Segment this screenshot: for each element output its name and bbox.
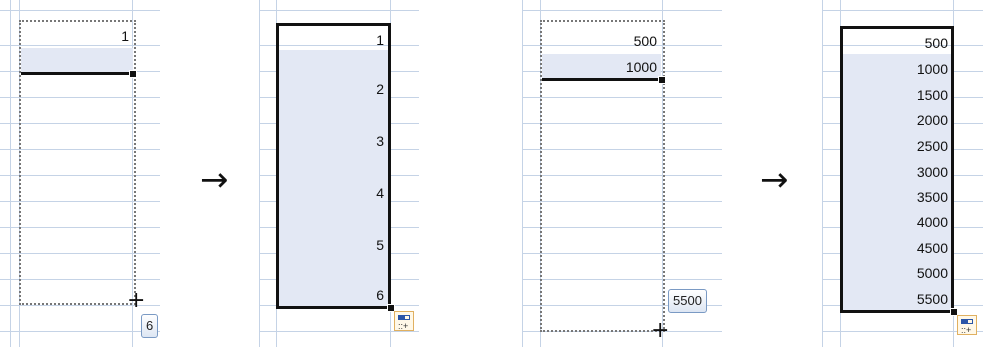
selected-range[interactable] (276, 23, 391, 309)
cell-value[interactable]: 2500 (844, 135, 948, 157)
cell-value[interactable]: 4500 (844, 237, 948, 259)
cell-value[interactable]: 500 (844, 32, 948, 54)
cell-value[interactable]: 1 (22, 25, 129, 47)
column-gridline (822, 0, 823, 347)
cell-value[interactable]: 3000 (844, 161, 948, 183)
cell-value[interactable]: 5 (281, 234, 384, 256)
cell-value[interactable]: 3500 (844, 186, 948, 208)
autofill-options-icon[interactable]: ::+ (394, 311, 414, 331)
cell-value[interactable]: 1000 (544, 56, 657, 78)
cell-value[interactable]: 5500 (844, 288, 948, 310)
cell-value[interactable]: 1500 (844, 84, 948, 106)
panel-step3-drag-series: 500 1000 + 5500 (522, 0, 722, 347)
crosshair-cursor-icon: + (651, 318, 670, 343)
fill-drag-outline (19, 20, 136, 305)
cell-value[interactable]: 5000 (844, 262, 948, 284)
cell-value[interactable]: 1 (281, 29, 384, 51)
column-gridline (522, 0, 523, 347)
selection-bottom-border (21, 72, 134, 75)
cell-value[interactable]: 4000 (844, 211, 948, 233)
selection-bottom-border (542, 78, 663, 81)
cell-value[interactable]: 1000 (844, 58, 948, 80)
cell-value[interactable]: 2 (281, 78, 384, 100)
cell-value[interactable]: 4 (281, 182, 384, 204)
cell-value[interactable]: 6 (281, 284, 384, 306)
autofill-options-icon[interactable]: ::+ (957, 315, 977, 335)
cell-value[interactable]: 2000 (844, 109, 948, 131)
fill-value-tooltip: 6 (141, 314, 159, 338)
fill-handle[interactable] (658, 76, 666, 84)
step-arrow-icon: → (760, 160, 789, 200)
cell-value[interactable]: 3 (281, 130, 384, 152)
panel-step2-filled-single: 1 2 3 4 5 6 ::+ (259, 0, 419, 347)
cell-value[interactable]: 500 (544, 30, 657, 52)
panel-step4-filled-series: 500 1000 1500 2000 2500 3000 3500 4000 4… (822, 0, 983, 347)
step-arrow-icon: → (200, 160, 229, 200)
column-gridline (10, 0, 11, 347)
column-gridline (259, 0, 260, 347)
panel-step1-drag-single: 1 + 6 (0, 0, 160, 347)
fill-handle[interactable] (129, 70, 137, 78)
fill-value-tooltip: 5500 (668, 289, 707, 313)
crosshair-cursor-icon: + (127, 288, 146, 313)
